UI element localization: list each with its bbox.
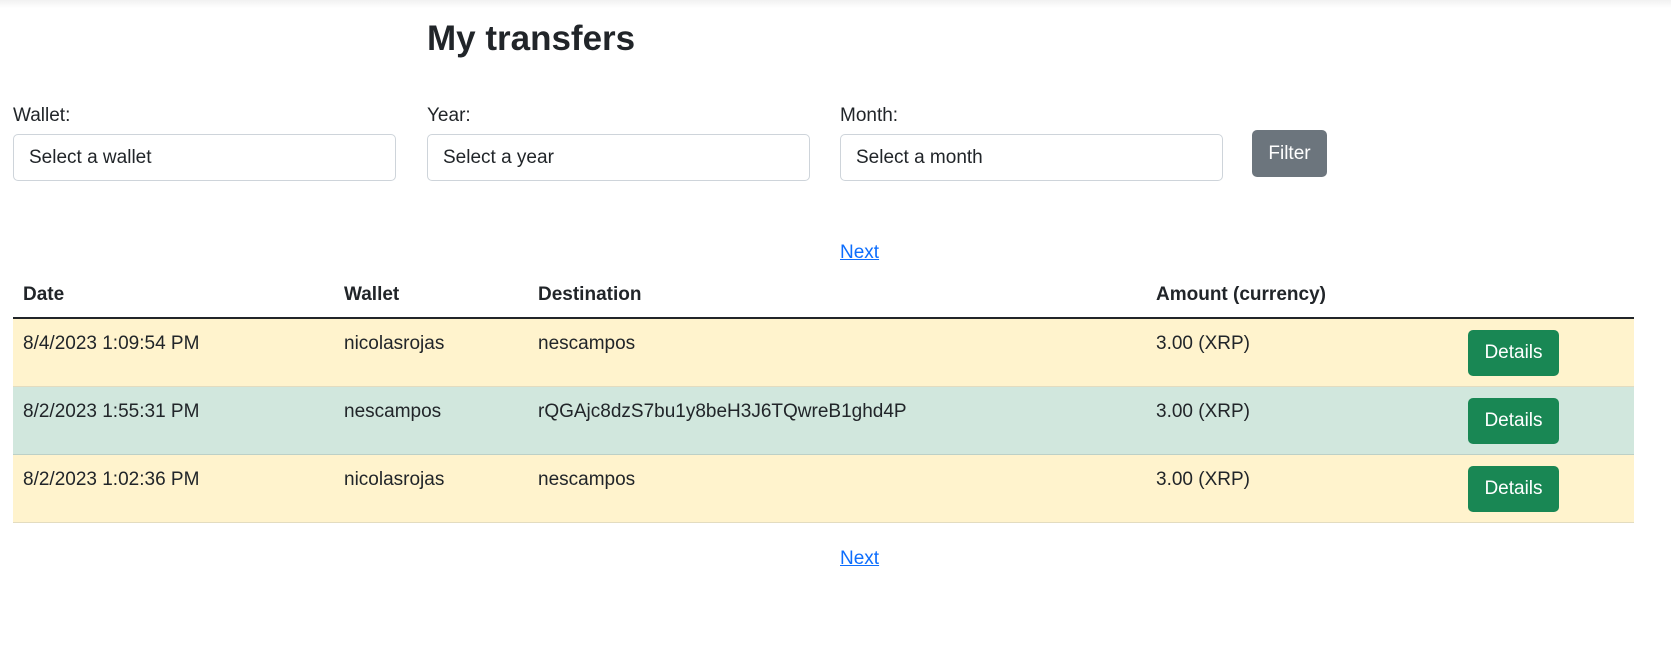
top-shadow: [0, 0, 1671, 8]
page-title: My transfers: [427, 19, 636, 58]
month-label: Month:: [840, 105, 899, 126]
table-row: 8/2/2023 1:55:31 PM nescampos rQGAjc8dzS…: [13, 386, 1634, 455]
table-row: 8/4/2023 1:09:54 PM nicolasrojas nescamp…: [13, 318, 1634, 387]
month-select-value: Select a month: [856, 146, 983, 168]
cell-actions: Details: [1458, 318, 1634, 387]
filter-button[interactable]: Filter: [1252, 130, 1327, 177]
year-label: Year:: [427, 105, 471, 126]
table-row: 8/2/2023 1:02:36 PM nicolasrojas nescamp…: [13, 454, 1634, 523]
cell-amount: 3.00 (XRP): [1146, 454, 1458, 523]
year-filter: Year: Select a year: [427, 104, 810, 181]
cell-destination: nescampos: [528, 318, 1146, 387]
cell-actions: Details: [1458, 454, 1634, 523]
column-header-actions: [1458, 272, 1634, 319]
month-select[interactable]: Select a month: [840, 134, 1223, 181]
cell-wallet: nescampos: [334, 386, 528, 455]
cell-date: 8/4/2023 1:09:54 PM: [13, 318, 334, 387]
column-header-destination: Destination: [528, 272, 1146, 319]
cell-amount: 3.00 (XRP): [1146, 386, 1458, 455]
cell-wallet: nicolasrojas: [334, 318, 528, 387]
cell-destination: nescampos: [528, 454, 1146, 523]
table-header-row: Date Wallet Destination Amount (currency…: [13, 272, 1634, 319]
details-button[interactable]: Details: [1468, 397, 1559, 444]
cell-destination: rQGAjc8dzS7bu1y8beH3J6TQwreB1ghd4P: [528, 386, 1146, 455]
cell-date: 8/2/2023 1:02:36 PM: [13, 454, 334, 523]
cell-actions: Details: [1458, 386, 1634, 455]
column-header-date: Date: [13, 272, 334, 319]
next-page-link-bottom[interactable]: Next: [840, 548, 879, 570]
details-button[interactable]: Details: [1468, 330, 1559, 376]
cell-amount: 3.00 (XRP): [1146, 318, 1458, 387]
details-button[interactable]: Details: [1468, 465, 1559, 512]
cell-wallet: nicolasrojas: [334, 454, 528, 523]
year-select-value: Select a year: [443, 146, 554, 168]
wallet-select[interactable]: Select a wallet: [13, 134, 396, 181]
year-select[interactable]: Select a year: [427, 134, 810, 181]
wallet-label: Wallet:: [13, 105, 71, 126]
column-header-wallet: Wallet: [334, 272, 528, 319]
wallet-select-value: Select a wallet: [29, 146, 152, 168]
month-filter: Month: Select a month: [840, 104, 1223, 181]
next-page-link-top[interactable]: Next: [840, 242, 879, 264]
column-header-amount: Amount (currency): [1146, 272, 1458, 319]
cell-date: 8/2/2023 1:55:31 PM: [13, 386, 334, 455]
wallet-filter: Wallet: Select a wallet: [13, 104, 396, 181]
transfers-table: Date Wallet Destination Amount (currency…: [13, 272, 1634, 523]
